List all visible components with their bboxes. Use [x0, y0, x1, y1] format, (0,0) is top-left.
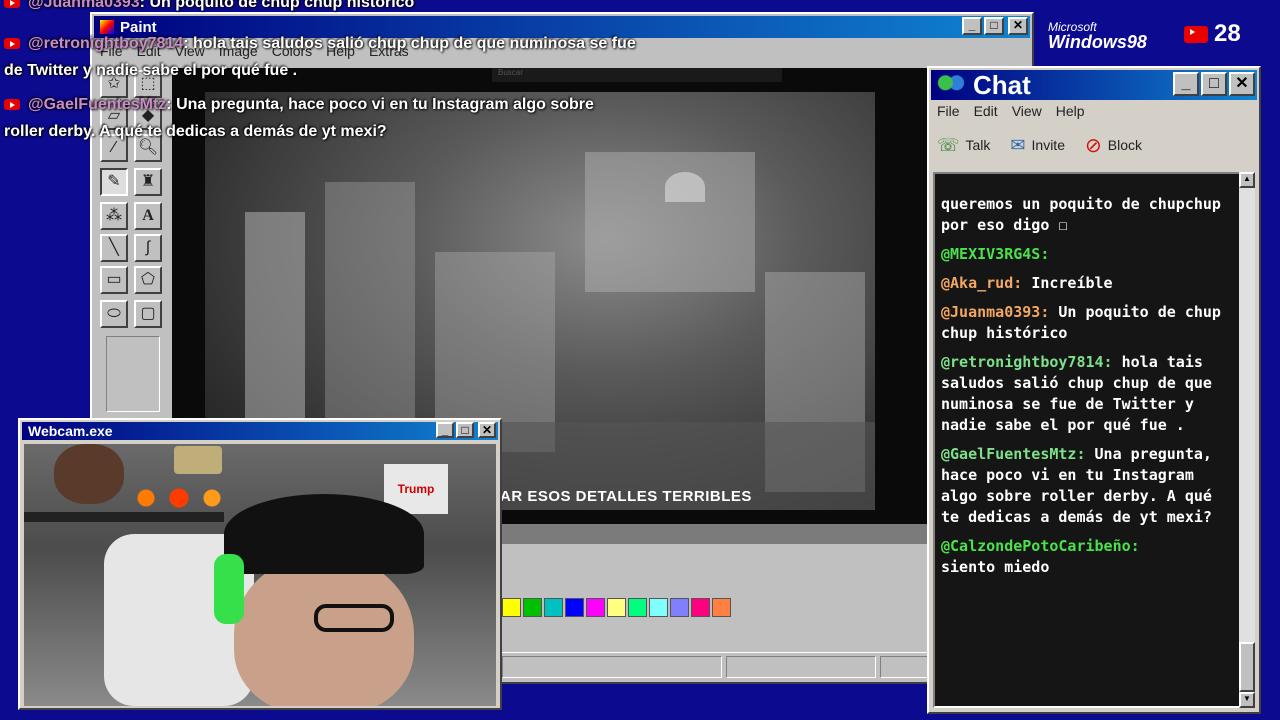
webcam-feed: Trump — [24, 444, 496, 706]
chat-scrollbar[interactable]: ▲ ▼ — [1239, 172, 1255, 708]
overlay-message: @retronightboy7814: hola tais saludos sa… — [4, 35, 636, 79]
chat-people-icon — [937, 74, 965, 96]
webcam-title: Webcam.exe — [28, 423, 113, 439]
youtube-icon — [1184, 25, 1208, 43]
chat-message: @retronightboy7814: hola tais saludos sa… — [941, 353, 1212, 434]
curve-tool[interactable]: ∫ — [134, 234, 162, 262]
flowers — [124, 484, 234, 512]
headphone — [214, 554, 244, 624]
chat-toolbar: ☏ Talk ✉ Invite ⊘ Block — [937, 130, 1253, 160]
plush-toy — [54, 444, 124, 504]
invite-icon: ✉ — [1010, 134, 1026, 155]
chat-username: @GaelFuentesMtz: — [941, 445, 1086, 463]
webcam-maximize-button[interactable]: □ — [456, 422, 474, 438]
chat-maximize-button[interactable]: □ — [1201, 72, 1227, 96]
pencil-tool[interactable]: ✎ — [100, 168, 128, 196]
maximize-button[interactable]: □ — [984, 17, 1004, 35]
line-tool[interactable]: ╲ — [100, 234, 128, 262]
palette-swatch[interactable] — [565, 598, 584, 617]
person-cap — [224, 494, 424, 574]
overlay-message: @GaelFuentesMtz: Una pregunta, hace poco… — [4, 96, 594, 140]
chat-menu-edit[interactable]: Edit — [974, 103, 998, 119]
chat-username: @CalzondePotoCaribeño: — [941, 537, 1140, 555]
talk-icon: ☏ — [937, 134, 960, 155]
chat-menu-file[interactable]: File — [937, 103, 960, 119]
palette-swatch[interactable] — [628, 598, 647, 617]
text-tool[interactable]: A — [134, 202, 162, 230]
ellipse-tool[interactable]: ⬭ — [100, 300, 128, 328]
shelf — [24, 512, 224, 522]
chat-message: @Juanma0393: Un poquito de chup chup his… — [941, 303, 1221, 342]
video-subtitle: AR ESOS DETALLES TERRIBLES — [500, 488, 752, 505]
chat-message: @GaelFuentesMtz: Una pregunta, hace poco… — [941, 445, 1212, 526]
chat-message: @Aka_rud: Increíble — [941, 274, 1113, 292]
status-cell-1 — [502, 656, 722, 678]
palette-swatch[interactable] — [607, 598, 626, 617]
chat-log[interactable]: queremos un poquito de chupchup por eso … — [933, 172, 1241, 708]
chat-minimize-button[interactable]: _ — [1173, 72, 1199, 96]
chat-message: @CalzondePotoCaribeño: siento miedo — [941, 537, 1140, 576]
webcam-window: Webcam.exe _ □ ✕ Trump — [18, 418, 502, 710]
chat-username: @Aka_rud: — [941, 274, 1023, 292]
chat-title: Chat — [973, 69, 1031, 100]
scroll-thumb[interactable] — [1239, 642, 1255, 692]
scroll-down-button[interactable]: ▼ — [1239, 692, 1255, 708]
scroll-up-button[interactable]: ▲ — [1239, 172, 1255, 188]
chat-username: @Juanma0393: — [941, 303, 1050, 321]
overlay-message: @Juanma0393: Un poquito de chup chup his… — [4, 0, 414, 12]
rectangle-tool[interactable]: ▭ — [100, 266, 128, 294]
chat-menu-help[interactable]: Help — [1056, 103, 1085, 119]
chat-close-button[interactable]: ✕ — [1229, 72, 1255, 96]
youtube-icon — [4, 0, 20, 9]
webcam-minimize-button[interactable]: _ — [436, 422, 454, 438]
webcam-close-button[interactable]: ✕ — [478, 422, 496, 438]
chat-username: @MEXIV3RG4S: — [941, 245, 1050, 263]
brush-tool[interactable]: ♜ — [134, 168, 162, 196]
palette-swatch[interactable] — [502, 598, 521, 617]
youtube-icon — [4, 38, 20, 50]
chat-message: @MEXIV3RG4S: — [941, 244, 1233, 265]
youtube-icon — [4, 99, 20, 111]
glasses — [314, 604, 394, 632]
palette-swatch[interactable] — [712, 598, 731, 617]
viewer-count: 28 — [1184, 20, 1241, 48]
status-cell-2 — [726, 656, 876, 678]
webcam-titlebar[interactable]: Webcam.exe — [22, 422, 498, 440]
polygon-tool[interactable]: ⬠ — [134, 266, 162, 294]
talk-button[interactable]: ☏ Talk — [937, 135, 990, 156]
block-icon: ⊘ — [1084, 134, 1102, 157]
chat-username: @retronightboy7814: — [941, 353, 1113, 371]
chat-message: queremos un poquito de chupchup por eso … — [941, 195, 1221, 234]
chat-window: Chat _ □ ✕ File Edit View Help ☏ Talk ✉ … — [927, 66, 1261, 714]
windows98-logo: Microsoft Windows98 — [1048, 20, 1147, 52]
airbrush-tool[interactable]: ⁂ — [100, 202, 128, 230]
palette-swatch[interactable] — [523, 598, 542, 617]
minimize-button[interactable]: _ — [962, 17, 982, 35]
invite-button[interactable]: ✉ Invite — [1010, 135, 1065, 156]
play-button-plaque — [174, 446, 222, 474]
palette-swatch[interactable] — [586, 598, 605, 617]
rounded-rect-tool[interactable]: ▢ — [134, 300, 162, 328]
palette-swatch[interactable] — [670, 598, 689, 617]
palette-swatch[interactable] — [691, 598, 710, 617]
palette-swatch[interactable] — [544, 598, 563, 617]
tool-options-box[interactable] — [106, 336, 160, 412]
close-button[interactable]: ✕ — [1008, 17, 1028, 35]
chat-menubar: File Edit View Help — [929, 103, 1085, 119]
chat-menu-view[interactable]: View — [1012, 103, 1042, 119]
palette-swatch[interactable] — [649, 598, 668, 617]
block-button[interactable]: ⊘ Block — [1085, 133, 1142, 158]
